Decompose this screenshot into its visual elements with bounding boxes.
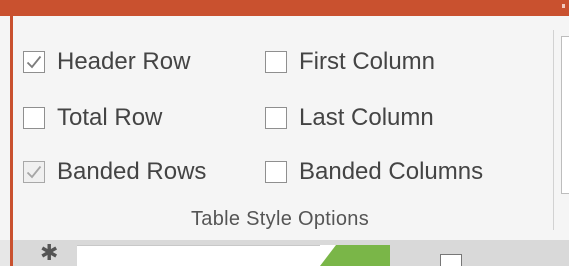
- title-bar-glyph: [562, 4, 565, 8]
- star-icon: ✱: [40, 240, 59, 265]
- first-column-checkbox[interactable]: First Column: [265, 46, 435, 78]
- mini-thumbnail-box[interactable]: [440, 254, 462, 266]
- banded-columns-label: Banded Columns: [299, 158, 484, 185]
- total-row-label: Total Row: [57, 104, 163, 131]
- checkbox-box[interactable]: [23, 107, 45, 129]
- table-style-options-group: Header Row First Column Total Row Last C…: [13, 16, 553, 240]
- group-label: Table Style Options: [190, 208, 369, 230]
- total-row-checkbox[interactable]: Total Row: [23, 102, 162, 134]
- checkmark-icon: [26, 55, 42, 69]
- checkbox-box[interactable]: [265, 161, 287, 183]
- header-row-label: Header Row: [57, 48, 191, 75]
- last-column-checkbox[interactable]: Last Column: [265, 102, 434, 134]
- checkbox-box[interactable]: [23, 51, 45, 73]
- checkmark-icon: [26, 165, 42, 179]
- header-row-checkbox[interactable]: Header Row: [23, 46, 190, 78]
- checkbox-box[interactable]: [265, 107, 287, 129]
- checkbox-box[interactable]: [265, 51, 287, 73]
- last-column-label: Last Column: [299, 104, 434, 131]
- window-title-bar: [0, 0, 569, 16]
- checkbox-box[interactable]: [23, 161, 45, 183]
- banded-rows-label: Banded Rows: [57, 158, 207, 185]
- banded-columns-checkbox[interactable]: Banded Columns: [265, 156, 483, 188]
- adjacent-gallery-box[interactable]: [561, 36, 569, 194]
- first-column-label: First Column: [299, 48, 436, 75]
- slide-accent-stripe-edge: [320, 245, 336, 266]
- group-separator: [553, 30, 554, 230]
- banded-rows-checkbox[interactable]: Banded Rows: [23, 156, 206, 188]
